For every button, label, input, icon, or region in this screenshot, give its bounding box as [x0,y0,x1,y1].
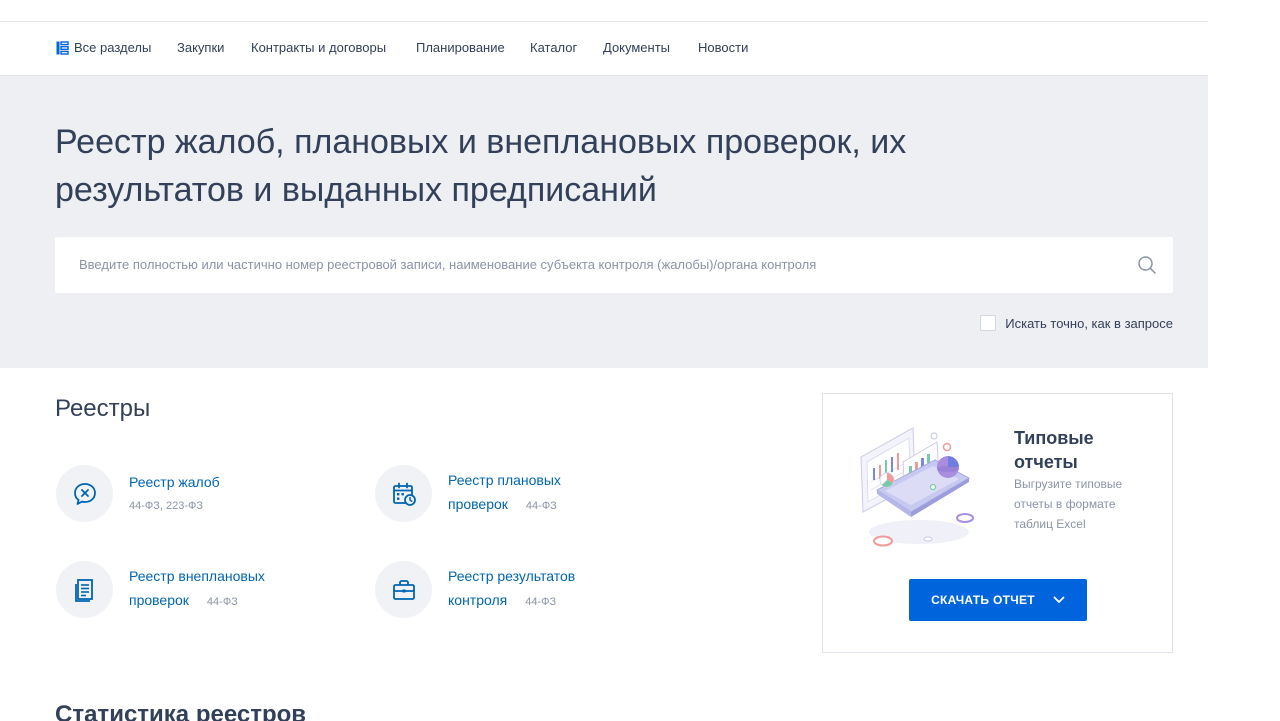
registry-unplanned-law: 44-ФЗ [206,596,238,608]
registry-planned-label-1[interactable]: Реестр плановых [448,468,561,492]
sections-icon [56,41,69,55]
chevron-down-icon [1053,596,1065,603]
registry-unplanned-icon-wrap [56,561,113,618]
search-icon[interactable] [1137,255,1157,275]
exact-search-checkbox[interactable] [980,315,997,331]
registry-complaints-label[interactable]: Реестр жалоб [129,470,220,494]
page-title: Реестр жалоб, плановых и внеплановых про… [55,123,907,209]
nav-item-news[interactable]: Новости [698,40,748,56]
registry-unplanned-inspections[interactable]: Реестр внеплановых проверок 44-ФЗ [56,561,265,618]
calendar-icon [392,482,416,506]
document-list-icon [74,578,93,602]
registries-title: Реестры [55,395,151,422]
registry-complaints[interactable]: Реестр жалоб 44-ФЗ, 223-ФЗ [56,465,220,522]
main-nav: Все разделы Закупки Контракты и договоры… [0,22,1208,76]
registry-results-label-2[interactable]: контроля [448,592,507,608]
registry-unplanned-label-2[interactable]: проверок [129,592,189,608]
reports-card: Типовые отчеты Выгрузите типовые отчеты … [822,393,1173,653]
hero-section: Реестр жалоб, плановых и внеплановых про… [0,76,1208,368]
registry-results-icon-wrap [375,561,432,618]
right-gutter [1208,0,1280,721]
registry-control-results[interactable]: Реестр результатов контроля 44-ФЗ [375,561,575,618]
nav-item-planning[interactable]: Планирование [416,40,505,56]
search-box [55,237,1173,293]
registry-complaints-icon-wrap [56,465,113,522]
top-strip [0,0,1208,22]
nav-item-documents[interactable]: Документы [603,40,670,56]
nav-all-sections[interactable]: Все разделы [56,40,151,56]
nav-item-purchases[interactable]: Закупки [177,40,224,56]
registry-planned-label-2[interactable]: проверок [448,496,508,512]
registry-results-law: 44-ФЗ [525,596,557,608]
registry-unplanned-label-1[interactable]: Реестр внеплановых [129,564,265,588]
exact-search-option[interactable]: Искать точно, как в запросе [980,315,1173,331]
download-report-button[interactable]: СКАЧАТЬ ОТЧЕТ [909,579,1087,621]
nav-item-contracts[interactable]: Контракты и договоры [251,40,386,56]
registry-planned-icon-wrap [375,465,432,522]
search-input[interactable] [79,257,1119,272]
nav-all-sections-label: Все разделы [74,40,152,55]
stats-title: Статистика реестров [55,701,307,721]
laptop-charts-illustration [860,427,974,547]
registry-results-label-1[interactable]: Реестр результатов [448,564,575,588]
reports-title: Типовые отчеты [1014,428,1094,472]
registry-planned-inspections[interactable]: Реестр плановых проверок 44-ФЗ [375,465,561,522]
registry-planned-law: 44-ФЗ [525,500,557,512]
complaint-icon [73,482,96,505]
reports-description: Выгрузите типовые отчеты в формате табли… [1014,477,1123,531]
nav-item-catalog[interactable]: Каталог [530,40,577,56]
download-report-label: СКАЧАТЬ ОТЧЕТ [931,593,1035,607]
exact-search-label: Искать точно, как в запросе [1005,315,1173,331]
briefcase-icon [392,579,415,600]
registry-complaints-law: 44-ФЗ, 223-ФЗ [129,500,204,512]
